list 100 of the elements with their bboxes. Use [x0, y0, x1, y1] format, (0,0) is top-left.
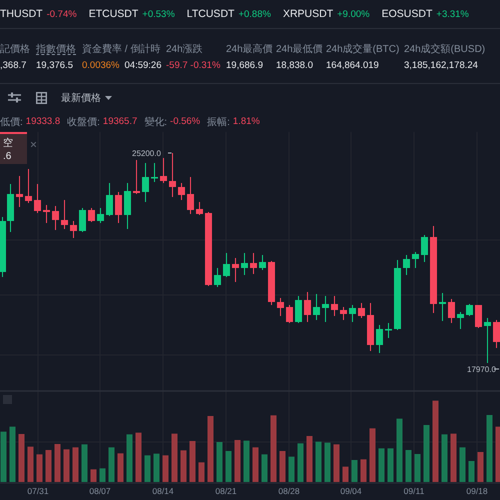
ticker-change: +0.53%: [142, 8, 175, 20]
ticker-symbol[interactable]: EOSUSDT: [382, 8, 432, 20]
ticker-change: +9.00%: [337, 8, 370, 20]
volume-bar: [342, 466, 348, 482]
volume-bar: [414, 454, 420, 482]
info-label: 變化:: [144, 116, 168, 128]
volume-bar: [244, 440, 250, 482]
candle: [358, 302, 365, 318]
volume-bar: [360, 459, 366, 482]
stat-label: 24h成交額(BUSD): [404, 42, 486, 56]
info-value: 19365.7: [102, 116, 138, 127]
volume-bar: [298, 443, 304, 482]
leader-line: [494, 368, 500, 370]
volume-bar: [234, 440, 240, 482]
volume-bar: [118, 453, 124, 482]
volume-bar: [72, 447, 78, 482]
stat-value: 04:59:26: [124, 60, 162, 70]
close-icon[interactable]: [31, 142, 36, 147]
price-type-dropdown[interactable]: 最新價格: [61, 90, 112, 104]
volume-bar: [388, 448, 394, 482]
volume-bar: [172, 434, 178, 482]
volume-bar: [396, 418, 402, 482]
candle: [259, 254, 266, 270]
candle: [214, 268, 221, 288]
candle: [232, 258, 239, 282]
candle: [475, 304, 482, 328]
candle: [178, 182, 185, 200]
candle: [493, 320, 500, 348]
leader-line: [168, 152, 172, 154]
volume-bar: [334, 444, 340, 482]
ticker-change: +3.31%: [436, 8, 469, 20]
stat-label: 資金費率 / 倒計時: [82, 42, 160, 56]
volume-bar: [100, 468, 106, 482]
candle: [187, 176, 194, 214]
date-label: 07/31: [27, 486, 49, 496]
ticker-symbol[interactable]: ETCUSDT: [88, 8, 138, 20]
volume-bar: [144, 455, 150, 482]
candle: [394, 260, 401, 330]
info-value: 19333.8: [26, 116, 60, 127]
candle: [196, 202, 203, 216]
date-label: 08/14: [152, 486, 174, 496]
info-value: -0.56%: [170, 116, 200, 127]
volume-bar: [262, 454, 268, 482]
candle: [223, 252, 230, 278]
ticker-symbol[interactable]: LTCUSDT: [186, 8, 234, 20]
low-price-label: 17970.0: [467, 365, 496, 374]
candle: [250, 252, 257, 274]
candle: [466, 304, 473, 316]
candle: [349, 304, 356, 322]
candle: [79, 208, 86, 232]
info-value: 1.81%: [232, 116, 260, 127]
volume-bar: [154, 454, 160, 482]
ticker-change: +0.88%: [238, 8, 271, 20]
stat-value: 18,838.0: [276, 60, 313, 70]
candle: [115, 192, 122, 224]
candle: [61, 200, 68, 230]
ticker-symbol[interactable]: THUSDT: [0, 8, 43, 20]
date-label: 08/28: [278, 486, 300, 496]
caret-icon: [105, 96, 112, 100]
candle: [142, 162, 149, 202]
volume-bar: [108, 447, 114, 482]
volume-bar: [54, 444, 60, 482]
candle: [313, 294, 320, 320]
volume-bar: [370, 428, 376, 482]
volume-bar: [126, 434, 132, 482]
candle: [295, 296, 302, 324]
volume-bar: [162, 455, 168, 482]
volume-bar: [378, 448, 384, 482]
sliders-icon[interactable]: [8, 92, 21, 103]
candle: [277, 298, 284, 316]
date-label: 08/07: [89, 486, 111, 496]
volume-bar: [46, 450, 52, 482]
volume-bar: [280, 451, 286, 482]
stat-value: 164,864.019: [326, 60, 379, 70]
candle: [412, 252, 419, 268]
candle: [331, 296, 338, 316]
volume-bar: [324, 442, 330, 482]
candle: [25, 168, 32, 204]
volume-bar: [306, 436, 312, 482]
volume-bar: [496, 426, 500, 482]
volume-bar: [190, 441, 196, 482]
stat-value: 0.0036%: [82, 60, 120, 70]
volume-bar: [90, 469, 96, 482]
candle: [88, 208, 95, 222]
date-label: 09/18: [466, 486, 488, 496]
stat-label: 24h成交量(BTC): [326, 42, 400, 56]
grid-icon[interactable]: [36, 92, 47, 104]
volume-bar: [288, 456, 294, 482]
candle: [34, 184, 41, 214]
candle: [385, 322, 392, 338]
stat-value: 19,376.5: [36, 60, 73, 70]
candle: [439, 292, 446, 322]
info-label: 收盤價:: [67, 116, 100, 128]
stat-label: 24h漲跌: [166, 42, 203, 56]
stat-label: 24h最高價: [226, 42, 273, 56]
ticker-symbol[interactable]: XRPUSDT: [282, 8, 334, 20]
candle: [457, 312, 464, 330]
candle: [448, 298, 455, 324]
candle: [160, 158, 167, 184]
candle: [106, 182, 113, 216]
